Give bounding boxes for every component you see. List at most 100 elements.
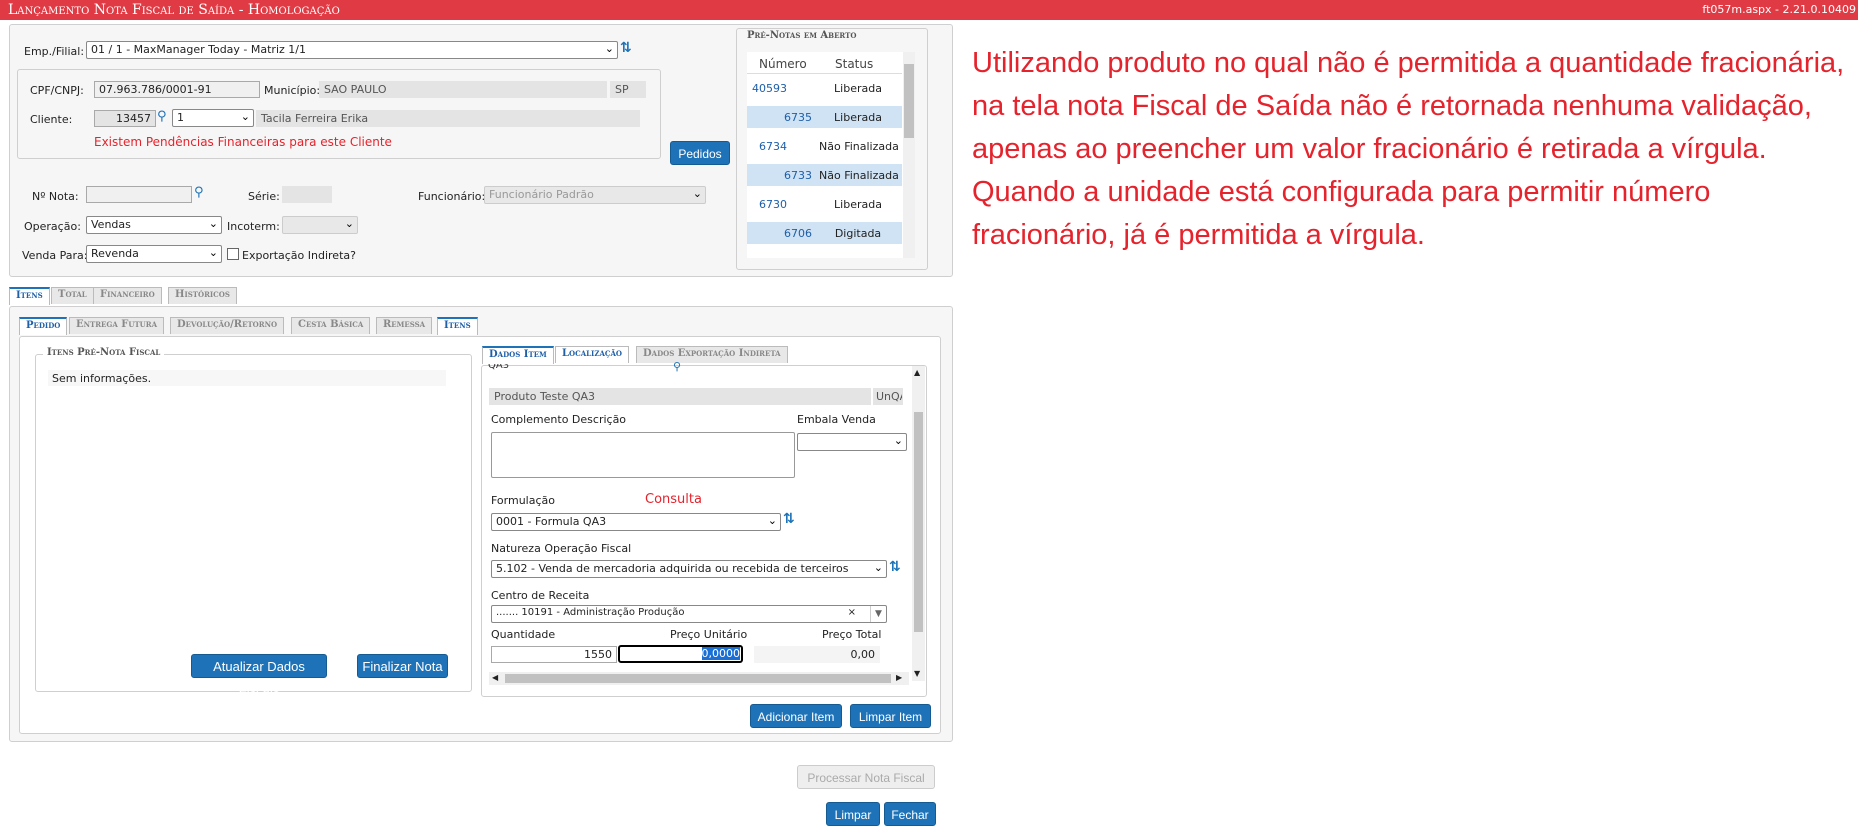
search-icon[interactable]: ⚲: [194, 185, 204, 200]
row-numero: 6735: [784, 111, 812, 124]
cliente-code-field[interactable]: 13457: [94, 110, 156, 127]
item-code-field[interactable]: QA3: [488, 364, 678, 372]
operacao-select[interactable]: Vendas ⌄: [86, 216, 222, 234]
arrow-down-icon[interactable]: ▼: [914, 669, 920, 678]
operacao-label: Operação:: [24, 220, 81, 233]
municipio-field: SAO PAULO: [319, 81, 607, 98]
pendencias-warning: Existem Pendências Financeiras para este…: [94, 135, 392, 149]
row-numero: 6706: [784, 227, 812, 240]
table-row[interactable]: 6706 Digitada: [747, 222, 902, 244]
tab-localizacao[interactable]: Localização: [555, 346, 629, 363]
centro-select[interactable]: ....... 10191 - Administração Produção × ▼: [491, 605, 887, 623]
cliente-label: Cliente:: [30, 113, 73, 126]
tab-historicos[interactable]: Históricos: [168, 287, 237, 304]
municipio-label: Município:: [264, 84, 321, 97]
tab-dados-item[interactable]: Dados Item: [482, 346, 554, 364]
tab-itens[interactable]: Itens: [9, 287, 50, 305]
embala-select[interactable]: ⌄: [797, 433, 907, 451]
subtab-itens[interactable]: Itens: [437, 317, 478, 335]
limpar-item-button[interactable]: Limpar Item: [850, 704, 931, 728]
consulta-link[interactable]: Consulta: [645, 492, 702, 507]
row-status: Não Finalizada: [819, 140, 899, 153]
chevron-down-icon: ⌄: [208, 217, 218, 230]
adicionar-item-button[interactable]: Adicionar Item: [750, 704, 842, 728]
row-status: Liberada: [834, 198, 882, 211]
item-vertical-scrollbar[interactable]: ▲ ▼: [912, 366, 925, 681]
scrollbar-thumb[interactable]: [505, 674, 891, 683]
arrow-up-icon[interactable]: ▲: [914, 368, 920, 377]
chevron-down-icon: ⌄: [767, 514, 777, 527]
arrow-right-icon[interactable]: ▶: [896, 673, 902, 682]
table-row[interactable]: 6735 Liberada: [747, 106, 902, 128]
row-status: Liberada: [834, 111, 882, 124]
subtab-pedido[interactable]: Pedido: [19, 317, 68, 335]
nota-field[interactable]: [86, 186, 192, 203]
formulacao-label: Formulação: [491, 494, 555, 507]
preco-unitario-field[interactable]: 0,0000: [618, 645, 743, 663]
finalizar-nota-button[interactable]: Finalizar Nota: [357, 654, 448, 678]
refresh-icon[interactable]: ⇅: [889, 559, 901, 575]
scrollbar-thumb[interactable]: [904, 64, 914, 138]
tab-exportacao-indireta[interactable]: Dados Exportação Indireta: [636, 346, 788, 363]
limpar-button[interactable]: Limpar: [826, 802, 880, 826]
incoterm-select[interactable]: ⌄: [282, 216, 358, 234]
row-status: Liberada: [834, 82, 882, 95]
quantidade-field[interactable]: 1550: [491, 646, 617, 663]
annotation-text: Utilizando produto no qual não é permiti…: [972, 47, 1845, 251]
tab-total[interactable]: Total: [51, 287, 94, 304]
pedidos-button[interactable]: Pedidos: [670, 141, 730, 165]
table-row[interactable]: 6734 Não Finalizada: [747, 135, 899, 157]
row-numero: 6733: [784, 169, 812, 182]
search-icon[interactable]: ⚲: [157, 109, 167, 124]
subtab-devolucao[interactable]: Devolução/Retorno: [170, 317, 285, 334]
subtab-cesta-basica[interactable]: Cesta Básica: [291, 317, 371, 334]
clear-icon[interactable]: ×: [848, 607, 856, 618]
serie-label: Série:: [248, 190, 280, 203]
itens-pre-nota-box: [35, 354, 472, 692]
pre-notas-scrollbar[interactable]: [903, 52, 915, 258]
funcionario-select[interactable]: Funcionário Padrão ⌄: [484, 186, 706, 204]
serie-field: [282, 186, 332, 203]
scrollbar-thumb[interactable]: [914, 412, 923, 632]
tab-financeiro[interactable]: Financeiro: [93, 287, 162, 304]
complemento-textarea[interactable]: [491, 432, 795, 478]
cpf-field[interactable]: 07.963.786/0001-91: [94, 81, 260, 98]
unit-field: UnQA: [873, 388, 903, 405]
chevron-down-icon: ⌄: [344, 217, 354, 230]
fechar-button[interactable]: Fechar: [884, 802, 936, 826]
page-title: Lançamento Nota Fiscal de Saída - Homolo…: [8, 2, 340, 18]
arrow-left-icon[interactable]: ◀: [492, 673, 498, 682]
title-bar: Lançamento Nota Fiscal de Saída - Homolo…: [0, 0, 1858, 20]
uf-field: SP: [610, 81, 646, 98]
row-numero: 6734: [759, 140, 787, 153]
cliente-seq-select[interactable]: 1 ⌄: [172, 109, 254, 127]
processar-nota-button[interactable]: Processar Nota Fiscal: [797, 765, 935, 789]
natureza-select[interactable]: 5.102 - Venda de mercadoria adquirida ou…: [491, 560, 887, 578]
pre-notas-table: Número Status 40593 Liberada 6735 Liberada…: [747, 52, 915, 258]
cliente-name-field: Tacila Ferreira Erika: [256, 110, 640, 127]
refresh-icon[interactable]: ⇅: [620, 40, 632, 56]
table-row[interactable]: 40593 Liberada: [747, 77, 882, 99]
venda-label: Venda Para:: [22, 249, 88, 262]
table-row[interactable]: 6733 Não Finalizada: [747, 164, 902, 186]
exportacao-checkbox[interactable]: [227, 248, 239, 260]
embala-label: Embala Venda: [797, 413, 876, 426]
formulacao-select[interactable]: 0001 - Formula QA3 ⌄: [491, 513, 781, 531]
natureza-label: Natureza Operação Fiscal: [491, 542, 632, 555]
search-icon[interactable]: ⚲: [673, 360, 681, 373]
subtab-entrega-futura[interactable]: Entrega Futura: [69, 317, 165, 334]
atualizar-dados-button[interactable]: Atualizar Dados Fiscais: [191, 654, 327, 698]
exportacao-label: Exportação Indireta?: [242, 249, 356, 262]
subtab-remessa[interactable]: Remessa: [376, 317, 433, 334]
chevron-down-icon[interactable]: ▼: [870, 606, 886, 622]
preco-total-field: 0,00: [754, 646, 880, 663]
item-horizontal-scrollbar[interactable]: ◀ ▶: [489, 672, 909, 685]
centro-label: Centro de Receita: [491, 589, 590, 602]
refresh-icon[interactable]: ⇅: [783, 511, 795, 527]
table-row[interactable]: 6730 Liberada: [747, 193, 882, 215]
venda-select[interactable]: Revenda ⌄: [86, 245, 222, 263]
preco-total-label: Preço Total: [822, 628, 882, 641]
row-numero: 40593: [752, 82, 787, 95]
emp-select[interactable]: 01 / 1 - MaxManager Today - Matriz 1/1 ⌄: [86, 41, 618, 59]
pre-notas-title: Pré-Notas em Aberto: [747, 30, 857, 41]
